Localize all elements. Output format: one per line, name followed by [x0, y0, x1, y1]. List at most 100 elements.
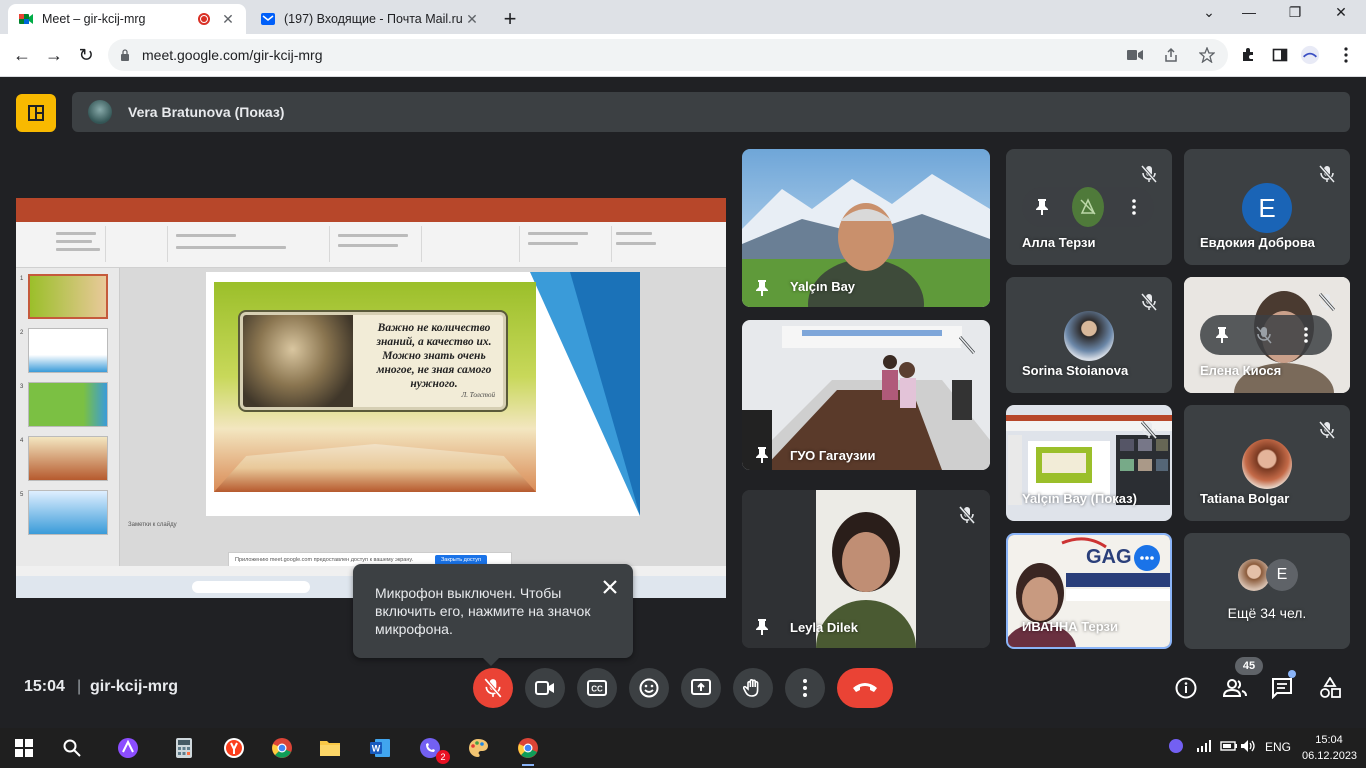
new-tab-icon[interactable]: + — [498, 6, 522, 32]
participant-name: ИВАННА Терзи — [1022, 619, 1118, 634]
system-clock[interactable]: 15:04 06.12.2023 — [1302, 732, 1357, 764]
side-panel-icon[interactable] — [1270, 45, 1290, 65]
mute-participant-icon[interactable] — [1072, 187, 1104, 227]
word-icon[interactable]: W — [368, 736, 392, 760]
viber-tray-icon[interactable] — [1168, 738, 1184, 757]
back-arrow-icon[interactable]: ← — [10, 43, 34, 67]
volume-icon[interactable] — [1240, 739, 1256, 756]
chrome-icon[interactable] — [270, 736, 294, 760]
profile-avatar[interactable] — [1300, 45, 1320, 65]
pin-icon[interactable] — [1212, 325, 1232, 345]
extensions-puzzle-icon[interactable] — [1238, 45, 1258, 65]
mail-favicon-icon — [261, 13, 275, 25]
close-icon[interactable] — [599, 576, 621, 598]
people-icon — [1223, 679, 1247, 697]
activities-button[interactable] — [1318, 676, 1342, 700]
raise-hand-button[interactable] — [733, 668, 773, 708]
participant-name: Евдокия Доброва — [1200, 235, 1315, 250]
alice-assistant-icon[interactable] — [116, 736, 140, 760]
present-screen-button[interactable] — [681, 668, 721, 708]
participant-tile[interactable]: Tatiana Bolgar — [1184, 405, 1350, 521]
participant-tile[interactable]: ГУО Гагаузии — [742, 320, 990, 470]
reactions-button[interactable] — [629, 668, 669, 708]
participant-tile[interactable]: Yalçın Bay — [742, 149, 990, 307]
participant-tile[interactable]: Leyla Dilek — [742, 490, 990, 648]
address-bar[interactable]: meet.google.com/gir-kcij-mrg — [108, 39, 1228, 71]
more-participants-tile[interactable]: E Ещё 34 чел. — [1184, 533, 1350, 649]
search-icon[interactable] — [60, 736, 84, 760]
activities-shapes-icon — [1320, 677, 1341, 698]
battery-icon[interactable] — [1220, 740, 1238, 755]
slide-thumbnail[interactable] — [28, 328, 108, 373]
tolstoy-portrait — [243, 315, 353, 407]
mute-participant-icon[interactable] — [1254, 325, 1274, 345]
close-window-icon[interactable]: ✕ — [1318, 4, 1364, 21]
more-options-button[interactable] — [785, 668, 825, 708]
maximize-icon[interactable]: ❐ — [1272, 4, 1318, 21]
mic-off-icon — [1314, 161, 1340, 187]
participant-tile[interactable]: Yalçın Bay (Показ) — [1006, 405, 1172, 521]
pin-icon[interactable] — [754, 446, 770, 464]
yandex-browser-icon[interactable] — [222, 736, 246, 760]
participant-tile[interactable]: E Евдокия Доброва — [1184, 149, 1350, 265]
file-explorer-icon[interactable] — [318, 736, 342, 760]
camera-in-use-icon[interactable] — [1126, 46, 1144, 64]
slide-thumbnail[interactable] — [28, 436, 108, 481]
slide-thumbnail[interactable] — [28, 490, 108, 535]
participant-tile-active-speaker[interactable]: GAG ИВАННА Терзи — [1006, 533, 1172, 649]
slide-notes: Заметки к слайду — [128, 522, 177, 528]
slide-thumbnail[interactable] — [28, 382, 108, 427]
viber-icon[interactable]: 2 — [418, 736, 450, 764]
camera-toggle-button[interactable] — [525, 668, 565, 708]
presenter-bar[interactable]: Vera Bratunova (Показ) — [72, 92, 1350, 132]
calculator-icon[interactable] — [172, 736, 196, 760]
tab-meet[interactable]: Meet – gir-kcij-mrg ✕ — [8, 4, 246, 34]
paint-icon[interactable] — [466, 736, 490, 760]
video-feed — [742, 490, 990, 648]
meeting-info-button[interactable] — [1174, 676, 1198, 700]
chrome-active-icon[interactable] — [516, 736, 540, 766]
presenter-avatar — [88, 100, 112, 124]
network-icon[interactable] — [1196, 740, 1212, 755]
windows-start-icon[interactable] — [12, 736, 36, 760]
participant-tile[interactable]: Елена Киося — [1184, 277, 1350, 393]
layout-icon[interactable] — [16, 94, 56, 132]
chat-button[interactable] — [1270, 676, 1294, 700]
quote-box: Важно не количество знаний, а качество и… — [240, 312, 506, 410]
browser-menu-icon[interactable] — [1336, 45, 1356, 65]
forward-arrow-icon[interactable]: → — [42, 43, 66, 67]
unread-chat-indicator — [1288, 670, 1296, 678]
tab-mail[interactable]: (197) Входящие - Почта Mail.ru ✕ — [250, 4, 490, 34]
avatar — [1242, 439, 1292, 489]
more-participants-label: Ещё 34 чел. — [1227, 605, 1307, 621]
microphone-toggle-button[interactable] — [473, 668, 513, 708]
minimize-icon[interactable]: — — [1226, 4, 1272, 20]
more-options-icon[interactable] — [1296, 325, 1316, 345]
language-indicator[interactable]: ENG — [1265, 740, 1291, 754]
captions-button[interactable]: CC — [577, 668, 617, 708]
pin-icon[interactable] — [1034, 197, 1050, 217]
hand-icon — [743, 679, 759, 697]
mic-off-icon — [1136, 289, 1162, 315]
reload-icon[interactable]: ↻ — [74, 43, 98, 67]
participant-name: ГУО Гагаузии — [790, 448, 876, 463]
share-icon[interactable] — [1162, 46, 1180, 64]
avatar: E — [1266, 559, 1298, 591]
slide-thumbnail[interactable] — [28, 274, 108, 319]
more-options-icon[interactable] — [1126, 197, 1142, 217]
tile-hover-controls — [1022, 187, 1154, 227]
pin-icon[interactable] — [754, 618, 770, 636]
tab-close-icon[interactable]: ✕ — [220, 11, 236, 28]
pin-icon[interactable] — [754, 279, 770, 297]
bookmark-star-icon[interactable] — [1198, 46, 1216, 64]
leave-call-button[interactable] — [837, 668, 893, 708]
avatar — [1064, 311, 1114, 361]
participant-tile[interactable]: Алла Терзи — [1006, 149, 1172, 265]
toast-message: Микрофон выключен. Чтобы включить его, н… — [375, 585, 591, 637]
participants-button[interactable] — [1222, 676, 1248, 700]
participant-name: Елена Киося — [1200, 363, 1282, 378]
url-text: meet.google.com/gir-kcij-mrg — [142, 47, 323, 63]
tab-close-icon[interactable]: ✕ — [464, 11, 480, 28]
participant-tile[interactable]: Sorina Stoianova — [1006, 277, 1172, 393]
windows-taskbar: W 2 ENG 15:04 06.12.2023 — [0, 728, 1366, 768]
